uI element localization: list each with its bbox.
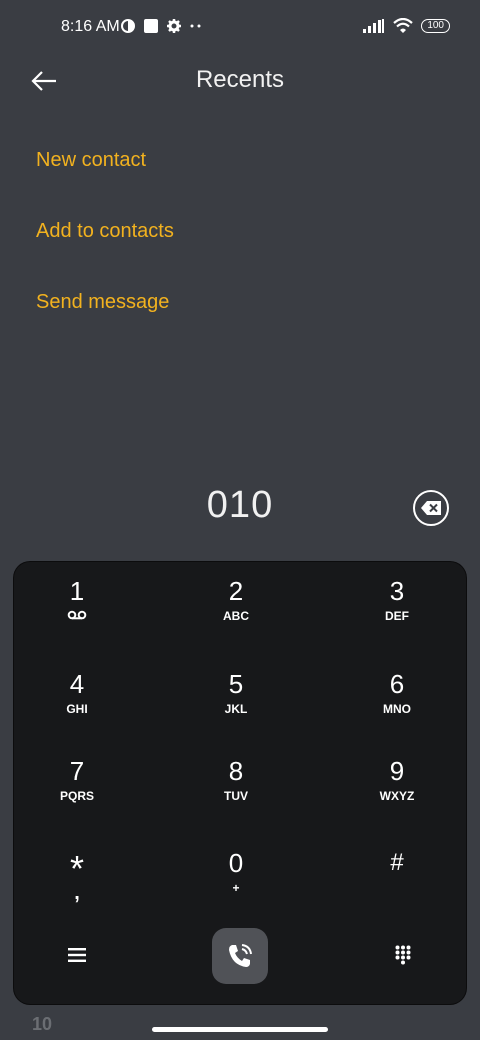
page-title: Recents [195,66,285,93]
header: Recents [0,56,480,108]
key-digit: 3 [389,576,405,606]
key-2[interactable]: 2 ABC [176,576,296,646]
key-digit: 9 [389,756,405,786]
hamburger-icon [68,948,86,962]
key-digit: 5 [228,669,244,699]
key-hash[interactable]: # [337,848,457,918]
new-contact-button[interactable]: New contact [36,140,174,211]
backspace-icon [421,501,441,515]
key-0[interactable]: 0 + [176,848,296,918]
key-digit: 4 [69,669,85,699]
key-4[interactable]: 4 GHI [17,669,137,739]
phone-icon [229,944,252,967]
dialed-number: 010 [206,484,274,526]
key-5[interactable]: 5 JKL [176,669,296,739]
more-notifications-icon [190,24,201,28]
status-time: 8:16 AM [61,18,120,35]
key-letters: GHI [66,702,88,716]
key-7[interactable]: 7 PQRS [17,756,137,826]
key-letters: , [74,882,80,904]
key-digit: 7 [69,756,85,786]
key-8[interactable]: 8 TUV [176,756,296,826]
key-letters: + [232,881,240,895]
backspace-button[interactable] [413,490,449,526]
square-icon [144,19,158,33]
add-to-contacts-button[interactable]: Add to contacts [36,211,174,282]
key-6[interactable]: 6 MNO [337,669,457,739]
key-star[interactable]: * , [17,848,137,918]
key-1[interactable]: 1 [17,576,137,646]
home-indicator[interactable] [152,1027,328,1032]
voicemail-icon [17,608,137,624]
dialpad-toggle-button[interactable] [386,940,420,970]
key-9[interactable]: 9 WXYZ [337,756,457,826]
data-saver-icon [121,19,135,33]
gear-icon [167,19,181,33]
battery-indicator: 100 [421,19,450,33]
send-message-button[interactable]: Send message [36,282,174,353]
key-digit: 0 [228,848,244,878]
key-digit: 6 [389,669,405,699]
status-bar: 8:16 AM 100 [0,0,480,56]
key-digit: 2 [228,576,244,606]
action-menu: New contact Add to contacts Send message [36,140,174,353]
key-letters: MNO [383,702,411,716]
key-digit: 8 [228,756,244,786]
dialpad-icon [395,945,411,965]
background-peek-text: 10 [32,1014,53,1034]
key-letters: DEF [385,609,409,623]
key-letters: ABC [223,609,249,623]
key-letters: TUV [224,789,248,803]
key-digit: 1 [69,576,85,606]
call-button[interactable] [212,928,268,984]
dial-keypad: 1 2 ABC 3 DEF 4 GHI 5 JKL 6 MNO 7 PQRS 8… [14,562,466,1004]
wifi-icon [393,18,414,33]
key-letters: PQRS [59,789,94,803]
key-letters: JKL [224,702,248,716]
key-digit: * [69,848,84,889]
menu-button[interactable] [60,940,94,970]
key-letters: WXYZ [379,789,415,803]
key-digit: # [390,849,404,876]
key-3[interactable]: 3 DEF [337,576,457,646]
signal-icon [363,19,385,33]
